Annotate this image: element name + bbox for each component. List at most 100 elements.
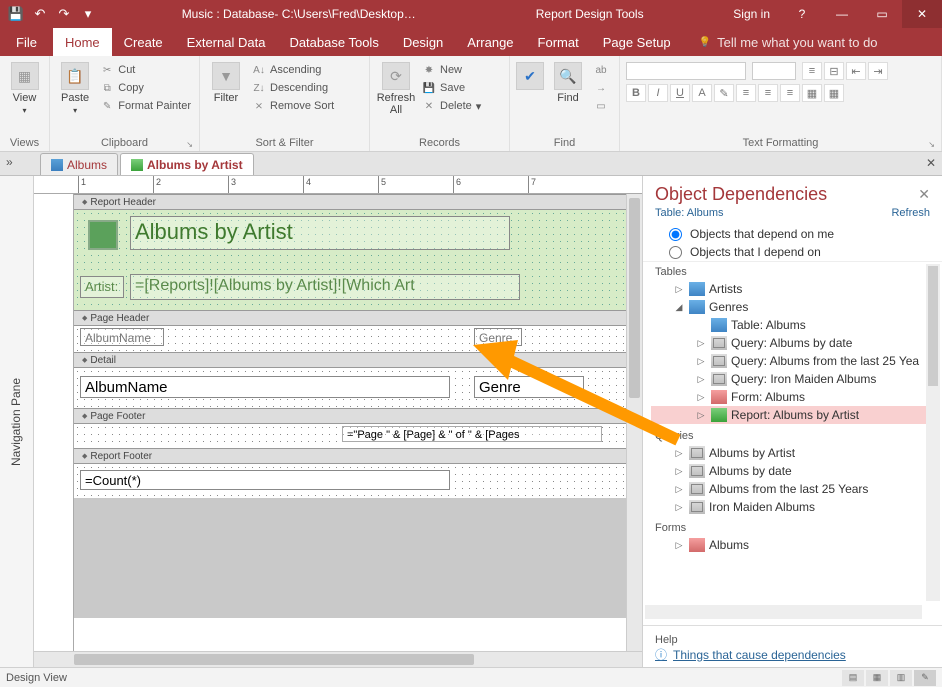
underline-button[interactable]: U: [670, 84, 690, 102]
band-report-header[interactable]: Report Header: [74, 194, 626, 210]
tree-node-report-albums-by-artist[interactable]: ▷Report: Albums by Artist: [651, 406, 940, 424]
band-page-footer[interactable]: Page Footer: [74, 408, 626, 424]
doc-tab-albums[interactable]: Albums: [40, 153, 118, 175]
count-control[interactable]: =Count(*): [80, 470, 450, 490]
close-button[interactable]: ✕: [902, 0, 942, 28]
save-record-button[interactable]: 💾Save: [420, 80, 483, 96]
format-painter-button[interactable]: ✎Format Painter: [98, 98, 193, 114]
refresh-link[interactable]: Refresh: [891, 207, 930, 219]
tree-node-artists[interactable]: ▷Artists: [651, 280, 940, 298]
view-design-icon[interactable]: ✎: [914, 670, 936, 686]
nav-pane-toggle-icon[interactable]: »: [6, 155, 13, 169]
bold-button[interactable]: B: [626, 84, 646, 102]
tree-node-query-iron-maiden[interactable]: ▷Query: Iron Maiden Albums: [651, 370, 940, 388]
goto-button[interactable]: →: [592, 80, 610, 96]
help-dependencies-link[interactable]: Things that cause dependencies: [655, 646, 930, 663]
refresh-all-button[interactable]: ⟳Refresh All: [376, 62, 416, 116]
doc-tab-albums-by-artist[interactable]: Albums by Artist: [120, 153, 254, 175]
highlight-button[interactable]: ✎: [714, 84, 734, 102]
delete-record-button[interactable]: ✕Delete ▾: [420, 98, 483, 114]
tell-me-search[interactable]: Tell me what you want to do: [683, 35, 942, 50]
band-report-header-area[interactable]: Albums by Artist Artist: =[Reports]![Alb…: [74, 210, 626, 310]
new-record-button[interactable]: ✸New: [420, 62, 483, 78]
qat-customize-icon[interactable]: ▾: [78, 4, 98, 24]
select-button[interactable]: ▭: [592, 98, 610, 114]
copy-button[interactable]: ⧉Copy: [98, 80, 193, 96]
tab-format[interactable]: Format: [526, 28, 591, 56]
find-button[interactable]: 🔍Find: [548, 62, 588, 104]
gridlines-button[interactable]: ▦: [824, 84, 844, 102]
replace-button[interactable]: ab: [592, 62, 610, 78]
redo-icon[interactable]: ↷: [54, 4, 74, 24]
tree-node-q-albums-25-years[interactable]: ▷Albums from the last 25 Years: [651, 480, 940, 498]
tree-node-query-albums-by-date[interactable]: ▷Query: Albums by date: [651, 334, 940, 352]
artist-label-control[interactable]: Artist:: [80, 276, 124, 298]
view-button[interactable]: ▦View▾: [6, 62, 43, 115]
align-left-button[interactable]: ≡: [736, 84, 756, 102]
font-size-combo[interactable]: [752, 62, 796, 80]
tree-node-genres[interactable]: ◢Genres: [651, 298, 940, 316]
column-header-album[interactable]: AlbumName: [80, 328, 164, 346]
view-layout-icon[interactable]: ▥: [890, 670, 912, 686]
maximize-button[interactable]: ▭: [862, 0, 902, 28]
tab-external-data[interactable]: External Data: [175, 28, 278, 56]
vertical-scrollbar[interactable]: [626, 194, 642, 651]
band-detail-area[interactable]: AlbumName Genre: [74, 368, 626, 408]
close-tab-icon[interactable]: ✕: [926, 156, 936, 170]
remove-sort-button[interactable]: ⨯Remove Sort: [250, 98, 336, 114]
ascending-button[interactable]: A↓Ascending: [250, 62, 336, 78]
tree-node-q-albums-by-artist[interactable]: ▷Albums by Artist: [651, 444, 940, 462]
font-name-combo[interactable]: [626, 62, 746, 80]
tab-file[interactable]: File: [0, 28, 53, 56]
tree-node-table-albums[interactable]: Table: Albums: [651, 316, 940, 334]
tab-home[interactable]: Home: [53, 28, 112, 56]
tab-design[interactable]: Design: [391, 28, 455, 56]
tree-node-form-albums2[interactable]: ▷Albums: [651, 536, 940, 554]
view-report-icon[interactable]: ▤: [842, 670, 864, 686]
radio-depend-on-me[interactable]: Objects that depend on me: [643, 225, 942, 243]
detail-genre-control[interactable]: Genre: [474, 376, 584, 398]
artist-expression-control[interactable]: =[Reports]![Albums by Artist]![Which Art: [130, 274, 520, 300]
align-right-button[interactable]: ≡: [780, 84, 800, 102]
view-print-preview-icon[interactable]: ▦: [866, 670, 888, 686]
descending-button[interactable]: Z↓Descending: [250, 80, 336, 96]
sign-in-link[interactable]: Sign in: [721, 7, 782, 21]
tree-node-q-albums-by-date[interactable]: ▷Albums by date: [651, 462, 940, 480]
task-pane-hscroll[interactable]: [645, 605, 922, 619]
band-page-footer-area[interactable]: ="Page " & [Page] & " of " & [Pages: [74, 424, 626, 448]
band-detail[interactable]: Detail: [74, 352, 626, 368]
band-page-header-area[interactable]: AlbumName Genre: [74, 326, 626, 352]
navigation-pane-collapsed[interactable]: Navigation Pane: [0, 176, 34, 667]
cut-button[interactable]: ✂Cut: [98, 62, 193, 78]
font-color-button[interactable]: A: [692, 84, 712, 102]
help-button[interactable]: ?: [782, 0, 822, 28]
page-number-control[interactable]: ="Page " & [Page] & " of " & [Pages: [342, 426, 602, 442]
bullets-button[interactable]: ≡: [802, 62, 822, 80]
band-report-footer-area[interactable]: =Count(*): [74, 464, 626, 498]
align-center-button[interactable]: ≡: [758, 84, 778, 102]
numbering-button[interactable]: ⊟: [824, 62, 844, 80]
filter-button[interactable]: ▼Filter: [206, 62, 246, 104]
tree-node-form-albums[interactable]: ▷Form: Albums: [651, 388, 940, 406]
indent-right-button[interactable]: ⇥: [868, 62, 888, 80]
band-report-footer[interactable]: Report Footer: [74, 448, 626, 464]
report-design-surface[interactable]: 1 2 3 4 5 6 7 Report Header Albums by Ar…: [34, 176, 642, 667]
tab-arrange[interactable]: Arrange: [455, 28, 525, 56]
column-header-genre[interactable]: Genre: [474, 328, 522, 346]
spellcheck-button[interactable]: ✔: [516, 62, 544, 90]
detail-album-control[interactable]: AlbumName: [80, 376, 450, 398]
italic-button[interactable]: I: [648, 84, 668, 102]
task-pane-close-icon[interactable]: ✕: [918, 186, 930, 203]
fill-color-button[interactable]: ▦: [802, 84, 822, 102]
minimize-button[interactable]: —: [822, 0, 862, 28]
tab-create[interactable]: Create: [112, 28, 175, 56]
tab-database-tools[interactable]: Database Tools: [277, 28, 390, 56]
tree-node-q-iron-maiden[interactable]: ▷Iron Maiden Albums: [651, 498, 940, 516]
task-pane-vscroll[interactable]: [926, 264, 940, 601]
band-page-header[interactable]: Page Header: [74, 310, 626, 326]
undo-icon[interactable]: ↶: [30, 4, 50, 24]
report-title-control[interactable]: Albums by Artist: [130, 216, 510, 250]
horizontal-scrollbar[interactable]: [34, 651, 642, 667]
paste-button[interactable]: 📋Paste▾: [56, 62, 94, 115]
tree-node-query-albums-25-years[interactable]: ▷Query: Albums from the last 25 Yea: [651, 352, 940, 370]
